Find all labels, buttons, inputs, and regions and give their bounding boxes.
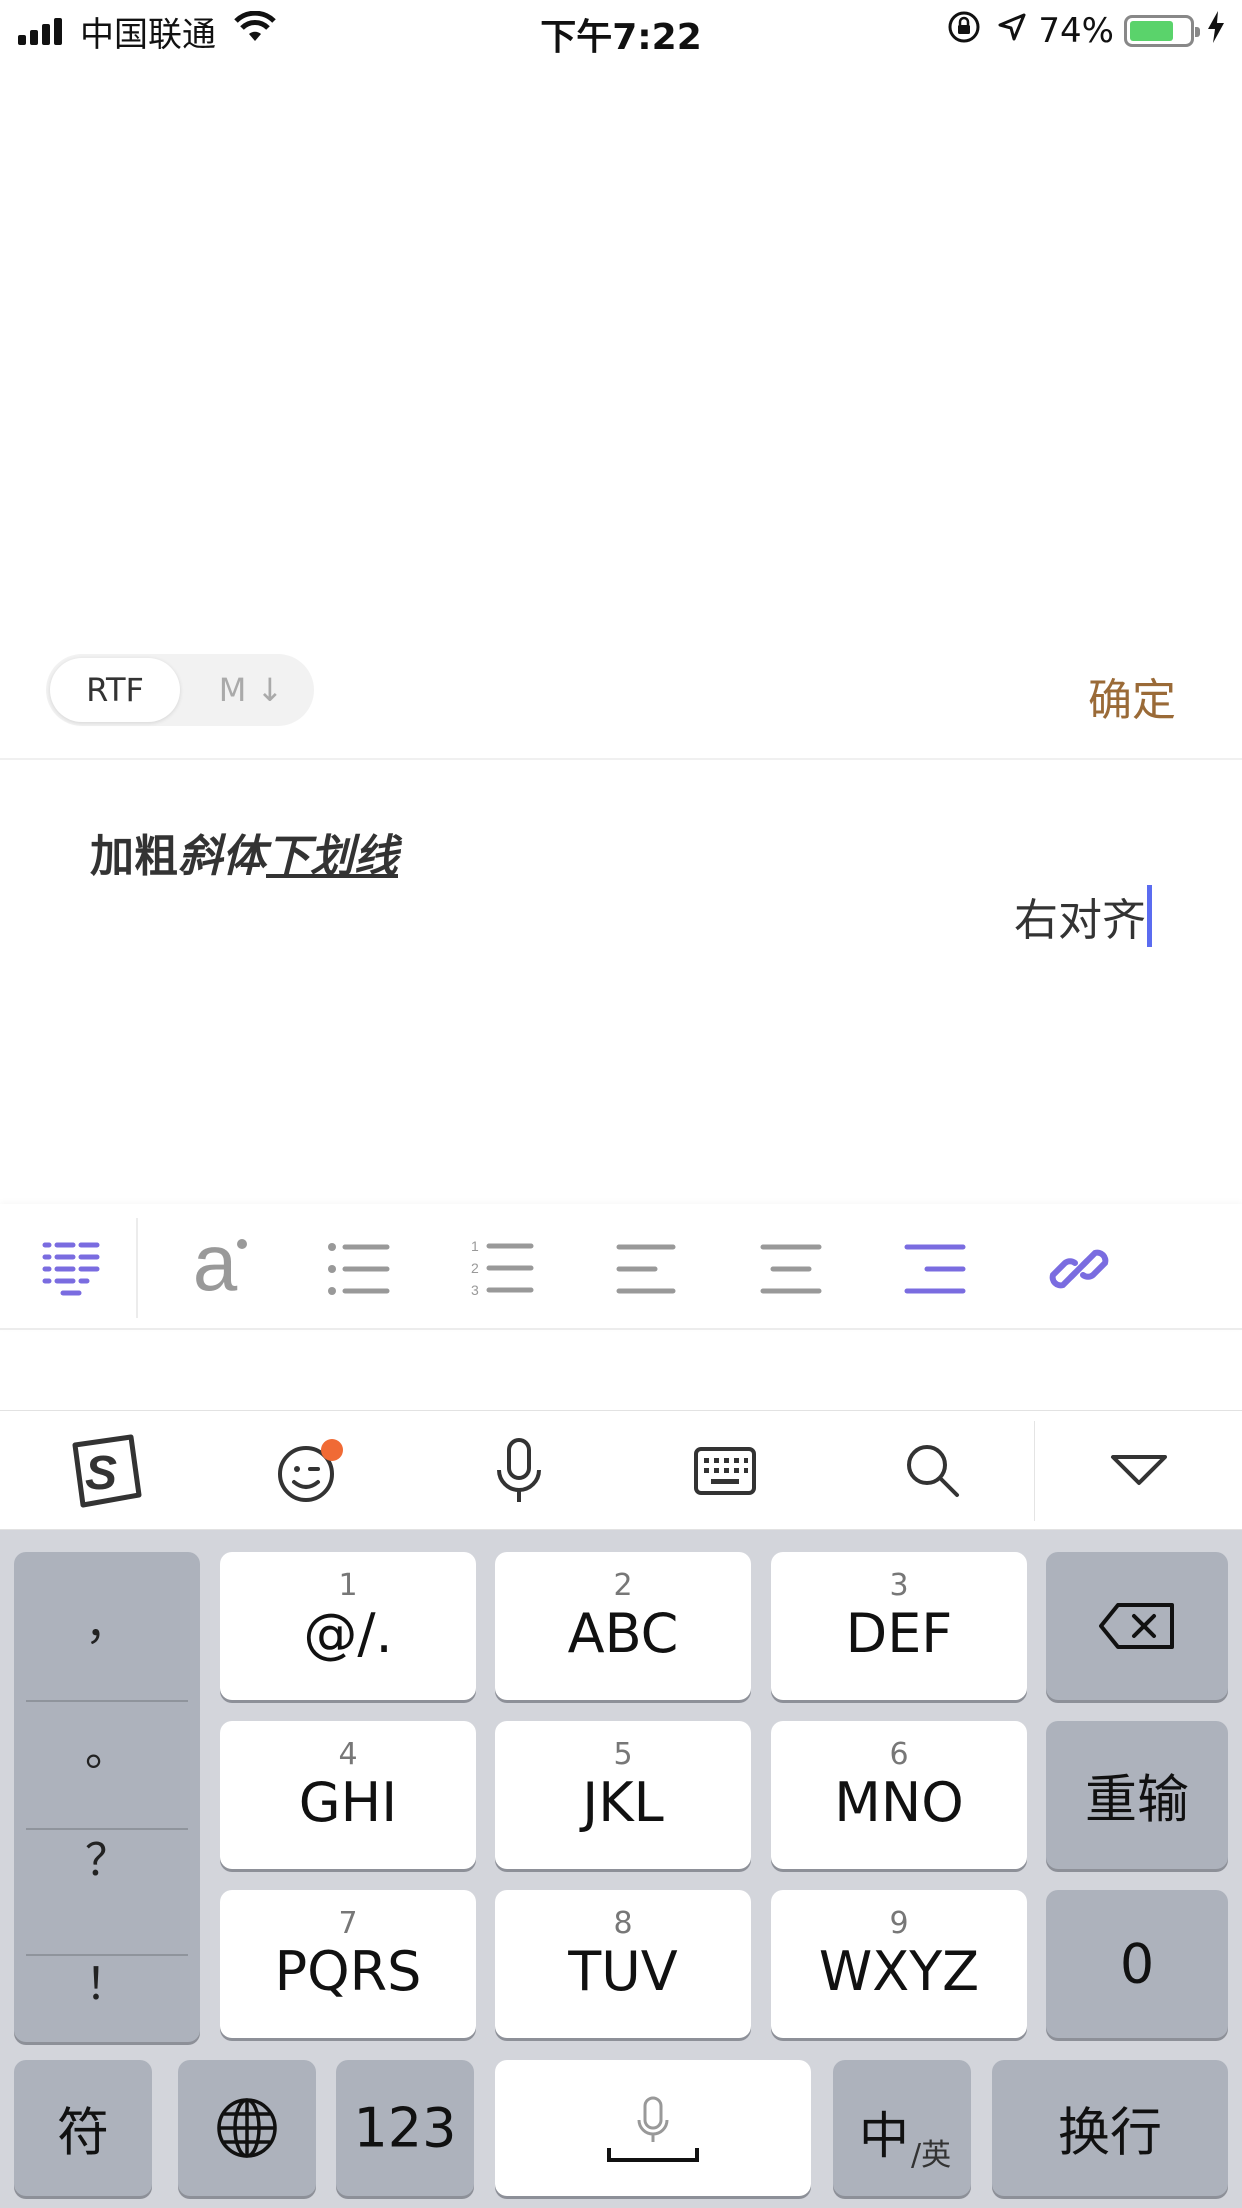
keyboard-icon[interactable] [680, 1431, 770, 1511]
key-label: ABC [567, 1602, 679, 1665]
key-number: 8 [613, 1906, 633, 1941]
font-style-glyph: a [192, 1218, 238, 1307]
punct-exclaim[interactable]: ！ [14, 1948, 200, 2012]
punct-question[interactable]: ？ [14, 1824, 200, 1888]
right-aligned-text: 右对齐 [1014, 895, 1146, 946]
svg-text:3: 3 [471, 1282, 479, 1298]
key-label: 换行 [1057, 2103, 1162, 2164]
key-4[interactable]: 4 GHI [220, 1721, 476, 1869]
orientation-lock-icon [946, 9, 982, 54]
space-mic-icon [607, 2096, 699, 2162]
key-number: 7 [338, 1906, 358, 1941]
location-icon [996, 11, 1028, 52]
space-key[interactable] [495, 2060, 811, 2196]
status-bar: 中国联通 下午7:22 74% [0, 0, 1242, 62]
enter-key[interactable]: 换行 [992, 2060, 1228, 2196]
svg-text:1: 1 [471, 1239, 479, 1254]
collapse-icon[interactable] [1094, 1431, 1184, 1511]
key-number: 4 [338, 1737, 358, 1772]
mode-markdown-button[interactable]: M ↓ [196, 658, 306, 722]
key-6[interactable]: 6 MNO [771, 1721, 1027, 1869]
key-label: JKL [582, 1771, 664, 1834]
search-icon[interactable] [888, 1431, 978, 1511]
key-label: 0 [1119, 1932, 1155, 1996]
key-label: MNO [834, 1771, 964, 1834]
key-label: WXYZ [818, 1940, 980, 2003]
reenter-key[interactable]: 重输 [1046, 1721, 1228, 1869]
key-number: 2 [613, 1568, 633, 1603]
key-9[interactable]: 9 WXYZ [771, 1890, 1027, 2038]
key-number: 1 [338, 1568, 358, 1603]
battery-percent: 74% [1038, 11, 1114, 51]
key-label: 符 [56, 2103, 109, 2164]
key-3[interactable]: 3 DEF [771, 1552, 1027, 1700]
lang-main-label: 中 [859, 2107, 909, 2165]
align-center-icon[interactable] [746, 1224, 836, 1314]
confirm-button[interactable]: 确定 [1088, 664, 1176, 728]
battery-level [1130, 21, 1173, 41]
charging-icon [1206, 10, 1226, 53]
language-switch-key[interactable]: 中 /英 [833, 2060, 971, 2196]
delete-key[interactable] [1046, 1552, 1228, 1700]
keyboard: ， 。 ？ ！ 1 @/. 2 ABC 3 DEF 4 GHI 5 JKL 6 … [0, 1530, 1242, 2208]
punctuation-column[interactable]: ， 。 ？ ！ [14, 1552, 200, 2042]
backspace-icon [1099, 1603, 1174, 1649]
punct-comma[interactable]: ， [14, 1588, 200, 1652]
key-number: 5 [613, 1737, 633, 1772]
sogou-logo-icon[interactable]: S [60, 1431, 150, 1511]
key-label: PQRS [274, 1940, 422, 2003]
italic-text: 斜体 [178, 831, 266, 882]
key-label: @/. [303, 1602, 393, 1665]
punct-divider [26, 1700, 188, 1702]
key-7[interactable]: 7 PQRS [220, 1890, 476, 2038]
key-number: 9 [889, 1906, 909, 1941]
globe-icon [217, 2098, 277, 2158]
align-right-icon[interactable] [890, 1224, 980, 1314]
key-label: 重输 [1084, 1770, 1189, 1831]
mode-toggle[interactable]: RTF M ↓ [46, 654, 314, 726]
ime-toolbar: S [0, 1410, 1242, 1530]
key-label: DEF [845, 1602, 953, 1665]
battery-icon [1124, 15, 1200, 47]
bold-text: 加粗 [90, 831, 178, 882]
underline-text: 下划线 [266, 831, 398, 882]
punct-period[interactable]: 。 [14, 1714, 200, 1778]
toolbar-separator [136, 1218, 138, 1318]
svg-text:S: S [85, 1447, 117, 1500]
globe-key[interactable] [178, 2060, 316, 2196]
numbers-key[interactable]: 123 [336, 2060, 474, 2196]
symbols-key[interactable]: 符 [14, 2060, 152, 2196]
key-label: TUV [568, 1940, 678, 2003]
zero-key[interactable]: 0 [1046, 1890, 1228, 2038]
link-icon[interactable] [1034, 1224, 1124, 1314]
editor-line-formatted[interactable]: 加粗斜体下划线 [90, 820, 398, 884]
key-number: 3 [889, 1568, 909, 1603]
microphone-icon[interactable] [474, 1431, 564, 1511]
editor-line-right-aligned[interactable]: 右对齐 [1014, 884, 1152, 948]
mode-rtf-button[interactable]: RTF [50, 658, 180, 722]
font-style-icon[interactable]: a [170, 1218, 260, 1314]
key-label: GHI [298, 1771, 398, 1834]
format-toolbar: a 1 2 3 [0, 1204, 1242, 1330]
paragraph-format-icon[interactable] [26, 1224, 116, 1314]
ime-separator [1034, 1421, 1035, 1521]
emoji-icon[interactable] [266, 1431, 356, 1511]
align-left-icon[interactable] [602, 1224, 692, 1314]
header-divider [0, 758, 1242, 760]
bullet-list-icon[interactable] [314, 1224, 404, 1314]
key-number: 6 [889, 1737, 909, 1772]
svg-text:2: 2 [471, 1260, 479, 1276]
text-caret [1147, 885, 1152, 947]
key-8[interactable]: 8 TUV [495, 1890, 751, 2038]
status-right: 74% [946, 10, 1226, 52]
numbered-list-icon[interactable]: 1 2 3 [458, 1224, 548, 1314]
key-label: 123 [353, 2096, 457, 2160]
key-1[interactable]: 1 @/. [220, 1552, 476, 1700]
lang-sub-label: /英 [911, 2138, 952, 2173]
key-5[interactable]: 5 JKL [495, 1721, 751, 1869]
key-2[interactable]: 2 ABC [495, 1552, 751, 1700]
